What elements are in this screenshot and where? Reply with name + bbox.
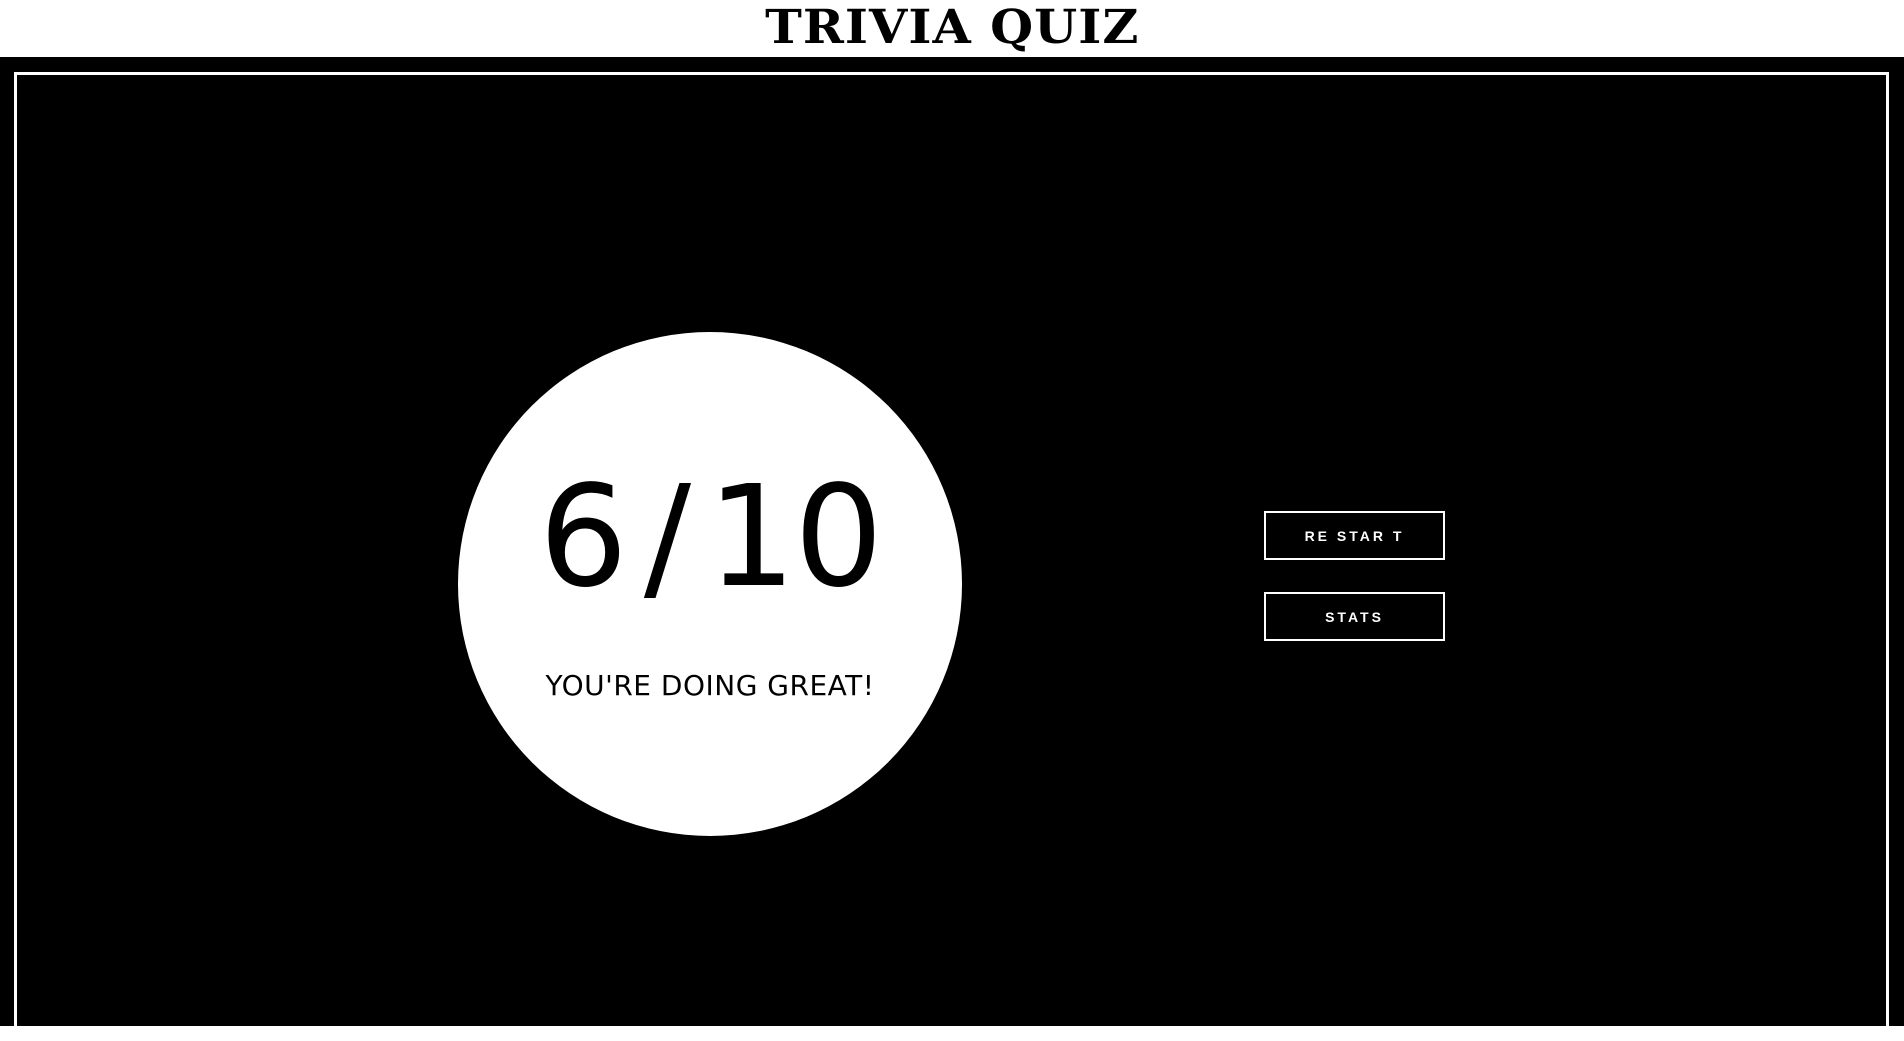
result-message: YOU'RE DOING GREAT! — [545, 669, 875, 702]
score-total: 10 — [707, 456, 883, 619]
stats-button[interactable]: STATS — [1264, 592, 1445, 641]
score-separator: / — [643, 456, 691, 619]
page-header: TRIVIA QUIZ — [0, 0, 1904, 57]
restart-button[interactable]: RE STAR T — [1264, 511, 1445, 560]
score-circle: 6/10 YOU'RE DOING GREAT! — [458, 332, 962, 836]
score-display: 6/10 — [458, 468, 962, 608]
quiz-result-panel: 6/10 YOU'RE DOING GREAT! RE STAR T STATS — [0, 57, 1904, 1041]
score-value: 6 — [538, 456, 628, 619]
app-title: TRIVIA QUIZ — [764, 0, 1140, 55]
